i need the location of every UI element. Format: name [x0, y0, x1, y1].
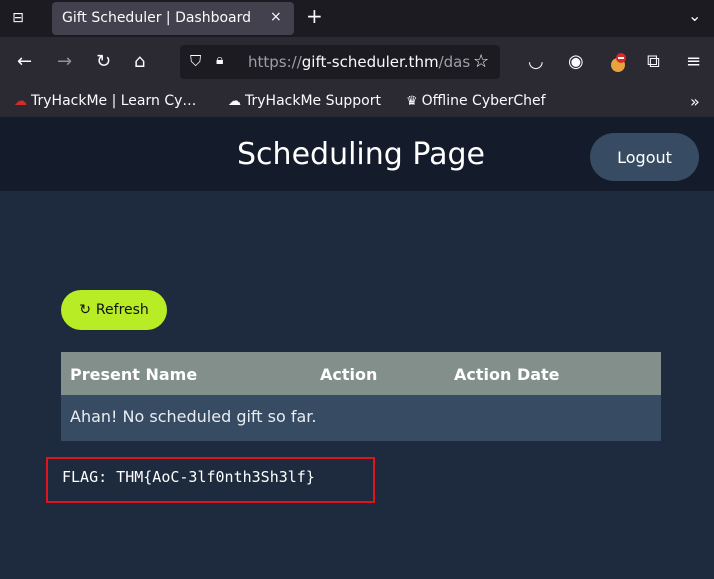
pocket-icon[interactable]: ◡ — [528, 52, 544, 72]
back-arrow-icon[interactable]: ← — [17, 52, 32, 72]
bookmarks-toolbar: ☁ TryHackMe | Learn Cy… ☁ TryHackMe Suppor… — [0, 89, 714, 117]
extension-foxyproxy-icon[interactable] — [607, 52, 629, 79]
chevron-down-icon[interactable]: ⌄ — [688, 6, 701, 25]
table-header: Present Name Action Action Date — [61, 352, 661, 395]
logout-button[interactable]: Logout — [590, 133, 699, 181]
cyberchef-icon: ♛ — [406, 94, 418, 109]
navigation-toolbar: ← → ↻ ⌂ ⛉ 🔒︎ https://gift-scheduler.thm/… — [0, 37, 714, 89]
refresh-button[interactable]: ↻ Refresh — [61, 290, 167, 330]
scheduled-gifts-table: Present Name Action Action Date Ahan! No… — [61, 352, 661, 441]
account-icon[interactable]: ◉ — [568, 52, 584, 72]
column-header-action-date: Action Date — [454, 365, 560, 384]
menu-icon[interactable]: ≡ — [686, 52, 701, 72]
address-bar[interactable]: ⛉ 🔒︎ https://gift-scheduler.thm/dashboar… — [180, 45, 500, 79]
column-header-action: Action — [320, 365, 378, 384]
column-header-present-name: Present Name — [70, 365, 198, 384]
bookmarks-overflow-icon[interactable]: » — [690, 92, 700, 111]
tracking-shield-icon[interactable]: ⛉ — [190, 52, 201, 70]
tab-bar: ⊟ Gift Scheduler | Dashboard × + ⌄ — [0, 0, 714, 37]
tab-list-icon[interactable]: ⊟ — [8, 8, 28, 28]
flag-highlight: FLAG: THM{AoC-3lf0nth3Sh3lf} — [46, 457, 375, 503]
reload-icon[interactable]: ↻ — [96, 52, 111, 72]
home-icon[interactable]: ⌂ — [134, 52, 145, 72]
tab-title: Gift Scheduler | Dashboard — [62, 10, 252, 26]
url-text[interactable]: https://gift-scheduler.thm/dashboard — [248, 53, 470, 71]
lock-icon[interactable]: 🔒︎ — [216, 52, 223, 68]
tryhackme-icon: ☁ — [14, 94, 27, 109]
bookmark-tryhackme[interactable]: ☁ TryHackMe | Learn Cy… — [14, 93, 196, 109]
new-tab-icon[interactable]: + — [306, 4, 323, 28]
empty-table-message: Ahan! No scheduled gift so far. — [70, 407, 317, 426]
refresh-label: Refresh — [95, 302, 149, 318]
table-row: Ahan! No scheduled gift so far. — [61, 395, 661, 441]
close-tab-icon[interactable]: × — [270, 9, 282, 25]
forward-arrow-icon[interactable]: → — [57, 52, 72, 72]
tab-gift-scheduler[interactable]: Gift Scheduler | Dashboard × — [52, 2, 294, 35]
extensions-icon[interactable]: ⧉ — [647, 52, 660, 72]
bookmark-offline-cyberchef[interactable]: ♛ Offline CyberChef — [406, 93, 546, 109]
bookmark-tryhackme-support[interactable]: ☁ TryHackMe Support — [228, 93, 381, 109]
bookmark-star-icon[interactable]: ☆ — [473, 51, 489, 72]
page-header: Scheduling Page Logout — [0, 117, 714, 191]
support-icon: ☁ — [228, 94, 241, 109]
page-content: Scheduling Page Logout ↻ Refresh Present … — [0, 117, 714, 579]
refresh-icon: ↻ — [79, 302, 91, 318]
flag-text: FLAG: THM{AoC-3lf0nth3Sh3lf} — [62, 468, 315, 486]
